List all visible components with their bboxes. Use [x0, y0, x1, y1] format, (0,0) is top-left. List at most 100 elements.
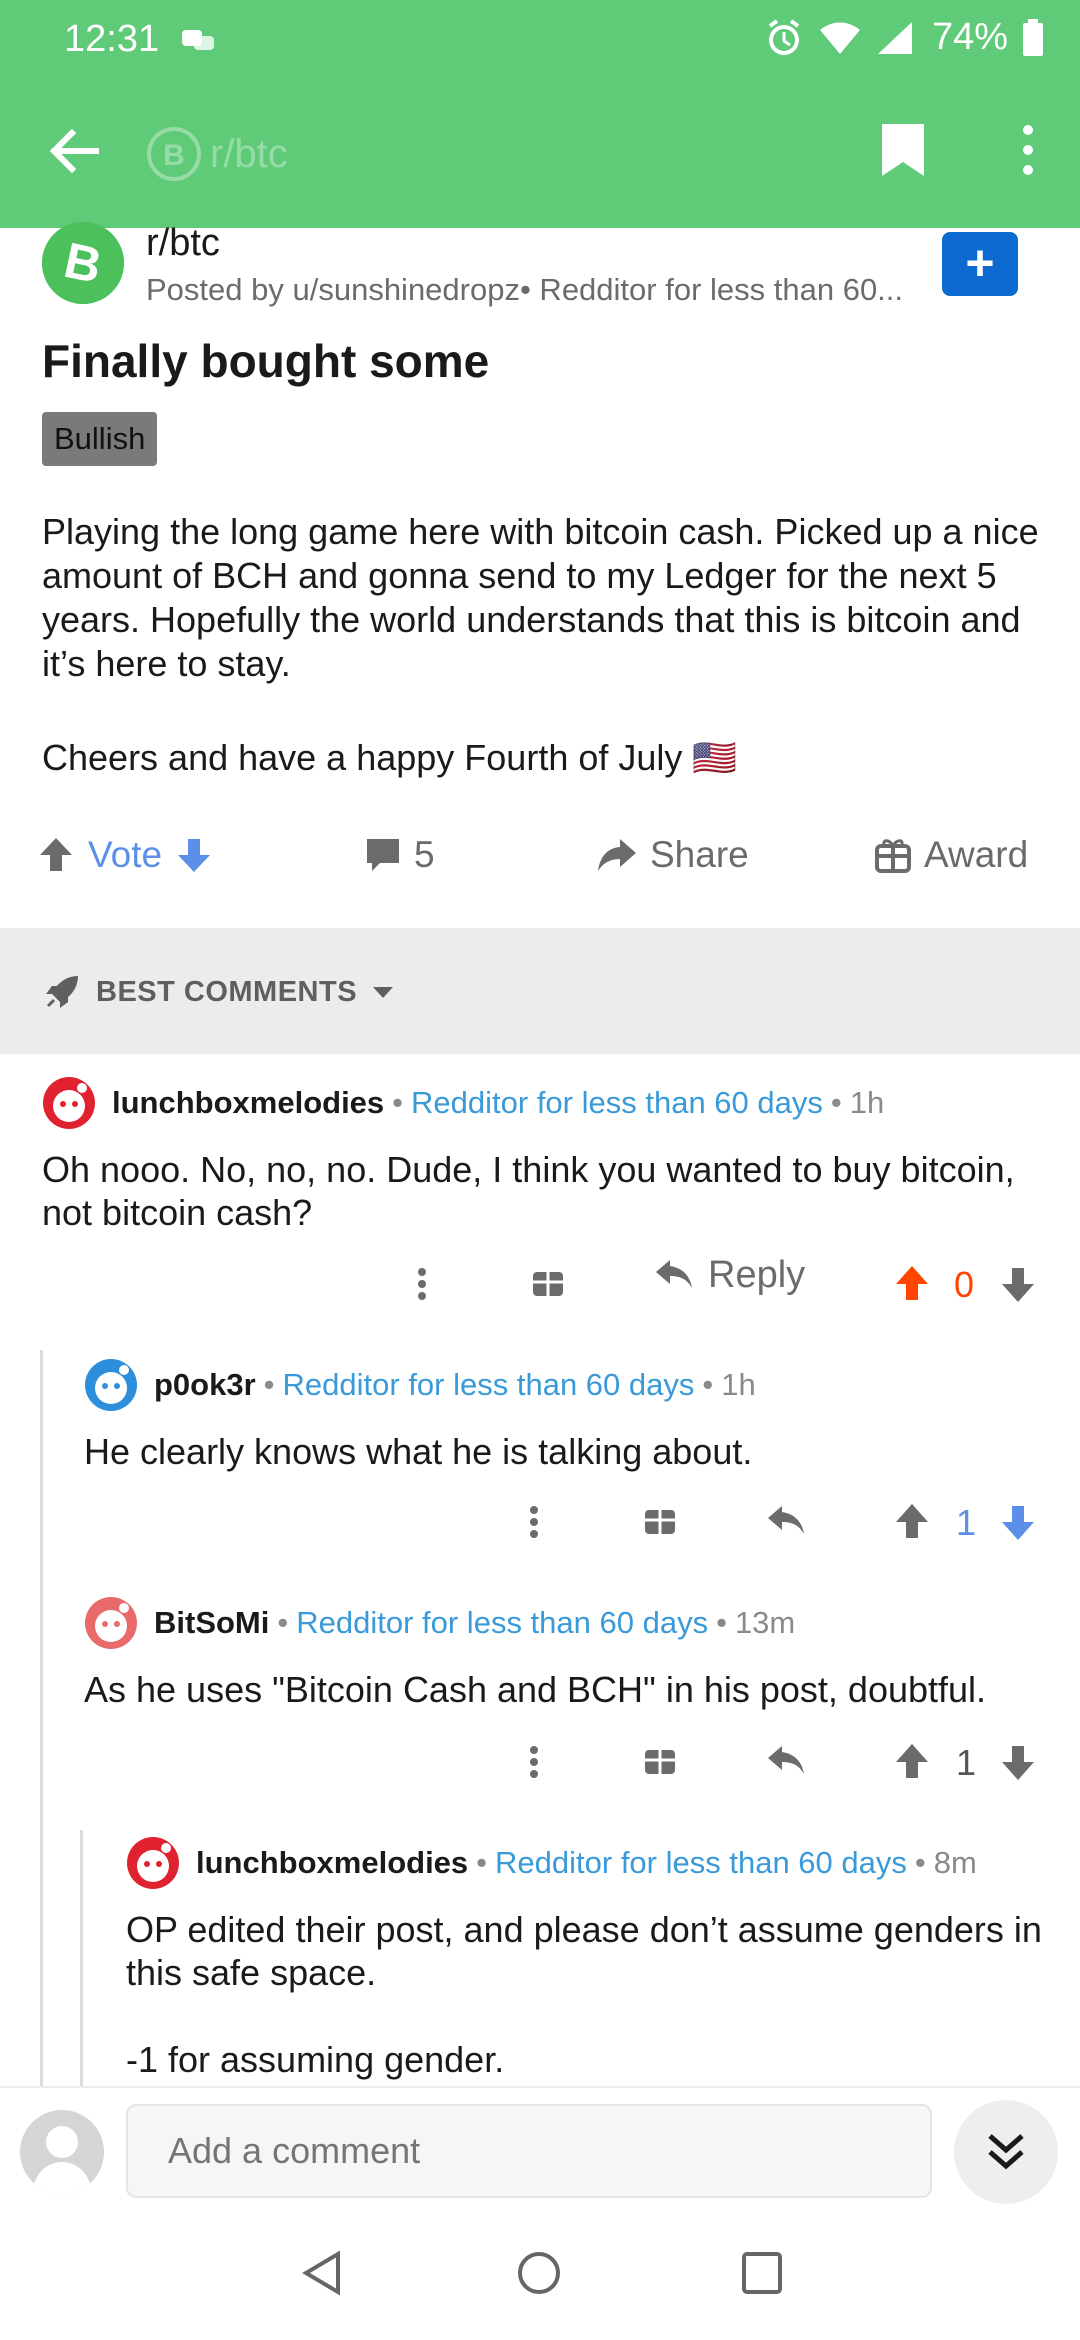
share-button[interactable]: Share	[596, 834, 749, 876]
appbar-subreddit: B r/btc	[146, 126, 288, 182]
gift-icon[interactable]	[642, 1492, 678, 1552]
user-tag[interactable]: Redditor for less than 60 days	[495, 1845, 907, 1881]
thread-line	[80, 1830, 83, 2090]
nav-recents-icon[interactable]	[740, 2250, 784, 2296]
comment-username[interactable]: BitSoMi	[154, 1605, 269, 1641]
post-subreddit[interactable]: r/btc	[146, 222, 220, 265]
upvote-icon[interactable]	[892, 1732, 932, 1792]
user-tag[interactable]: Redditor for less than 60 days	[283, 1367, 695, 1403]
comment: p0ok3r • Redditor for less than 60 days …	[84, 1358, 1064, 1473]
comment-input[interactable]	[126, 2104, 932, 2198]
thread-line	[40, 1350, 43, 2090]
comment-composer-bar	[0, 2086, 1080, 2206]
appbar-title: r/btc	[210, 131, 288, 176]
award-label: Award	[924, 834, 1029, 875]
join-button[interactable]: +	[942, 232, 1018, 296]
comment-score: 0	[954, 1264, 975, 1305]
award-button[interactable]: Award	[874, 834, 1028, 876]
avatar[interactable]	[42, 1076, 96, 1130]
avatar[interactable]	[126, 1836, 180, 1890]
vote-label: Vote	[88, 834, 163, 875]
subreddit-avatar[interactable]: B	[42, 222, 124, 304]
comment-username[interactable]: lunchboxmelodies	[112, 1085, 384, 1121]
comment: lunchboxmelodies • Redditor for less tha…	[126, 1836, 1070, 2081]
comment-age: 1h	[849, 1085, 885, 1120]
more-vert-icon[interactable]	[524, 1492, 544, 1552]
share-label: Share	[650, 834, 749, 875]
svg-text:B: B	[163, 139, 185, 172]
app-bar: B r/btc	[0, 78, 1080, 228]
post-flair: Bullish	[42, 412, 158, 466]
comments-button[interactable]: 5	[364, 834, 435, 876]
post-body-paragraph: Playing the long game here with bitcoin …	[42, 511, 1039, 684]
nav-home-icon[interactable]	[516, 2250, 562, 2296]
comment-body: He clearly knows what he is talking abou…	[84, 1431, 753, 1472]
comment-sort-bar[interactable]: BEST COMMENTS	[0, 928, 1080, 1054]
vote-control: Vote	[36, 834, 214, 876]
comment-body: Oh nooo. No, no, no. Dude, I think you w…	[42, 1149, 1015, 1233]
status-time: 12:31	[64, 18, 160, 60]
comment-actions: 1	[0, 1492, 1080, 1552]
post-meta[interactable]: Posted by u/sunshinedropz• Redditor for …	[146, 272, 936, 308]
battery-icon	[1022, 18, 1044, 57]
chevron-down-icon	[371, 984, 395, 1000]
user-tag[interactable]: Redditor for less than 60 days	[411, 1085, 823, 1121]
avatar[interactable]	[84, 1358, 138, 1412]
upvote-icon[interactable]	[892, 1254, 932, 1314]
user-tag[interactable]: Redditor for less than 60 days	[296, 1605, 708, 1641]
sort-label: BEST COMMENTS	[96, 975, 358, 1008]
reply-button[interactable]: Reply	[654, 1254, 805, 1297]
comment-body: -1 for assuming gender.	[126, 2039, 505, 2080]
double-chevron-down-icon	[988, 2134, 1024, 2170]
post-title: Finally bought some	[42, 335, 490, 387]
subreddit-icon: B	[147, 127, 201, 181]
more-vert-icon[interactable]	[1018, 122, 1038, 178]
upvote-icon[interactable]	[36, 835, 76, 875]
share-icon	[596, 835, 638, 875]
comment-actions: Reply 0	[0, 1254, 1080, 1314]
gift-icon[interactable]	[530, 1254, 566, 1314]
post-body: Playing the long game here with bitcoin …	[42, 510, 1042, 780]
comment-body: As he uses "Bitcoin Cash and BCH" in his…	[84, 1669, 987, 1710]
notification-icon	[180, 24, 216, 54]
user-avatar-icon[interactable]	[20, 2110, 104, 2194]
comment-age: 13m	[734, 1605, 796, 1640]
comment-icon	[364, 836, 402, 874]
system-nav-bar	[0, 2206, 1080, 2340]
alarm-icon	[764, 18, 804, 58]
reply-icon	[656, 1259, 692, 1288]
nav-back-icon[interactable]	[300, 2250, 344, 2296]
comment-age: 8m	[933, 1845, 977, 1880]
more-vert-icon[interactable]	[524, 1732, 544, 1792]
status-bar: 12:31 74%	[0, 0, 1080, 78]
reply-icon[interactable]	[766, 1492, 806, 1552]
signal-icon	[876, 20, 914, 56]
comment-actions: 1	[0, 1732, 1080, 1792]
back-arrow-icon[interactable]	[44, 121, 104, 181]
gift-icon	[874, 836, 912, 874]
wifi-icon	[818, 20, 862, 56]
scroll-down-button[interactable]	[954, 2100, 1058, 2204]
more-vert-icon[interactable]	[412, 1254, 432, 1314]
comment-age: 1h	[721, 1367, 756, 1402]
avatar[interactable]	[84, 1596, 138, 1650]
comment: BitSoMi • Redditor for less than 60 days…	[84, 1596, 1064, 1711]
downvote-icon[interactable]	[998, 1492, 1038, 1552]
comment: lunchboxmelodies • Redditor for less tha…	[42, 1076, 1042, 1234]
comment-count: 5	[414, 834, 435, 875]
reply-icon[interactable]	[766, 1732, 806, 1792]
comment-username[interactable]: lunchboxmelodies	[196, 1845, 468, 1881]
upvote-icon[interactable]	[892, 1492, 932, 1552]
comment-username[interactable]: p0ok3r	[154, 1367, 256, 1403]
downvote-icon[interactable]	[998, 1254, 1038, 1314]
downvote-icon[interactable]	[174, 835, 214, 875]
post-actions: Vote 5 Share Award	[0, 834, 1080, 898]
gift-icon[interactable]	[642, 1732, 678, 1792]
reply-label: Reply	[708, 1254, 806, 1296]
rocket-icon	[42, 972, 82, 1012]
comment-body: OP edited their post, and please don’t a…	[126, 1909, 1042, 1993]
bookmark-icon[interactable]	[878, 122, 928, 178]
battery-percent: 74%	[931, 16, 1008, 58]
comment-score: 1	[956, 1742, 977, 1783]
downvote-icon[interactable]	[998, 1732, 1038, 1792]
